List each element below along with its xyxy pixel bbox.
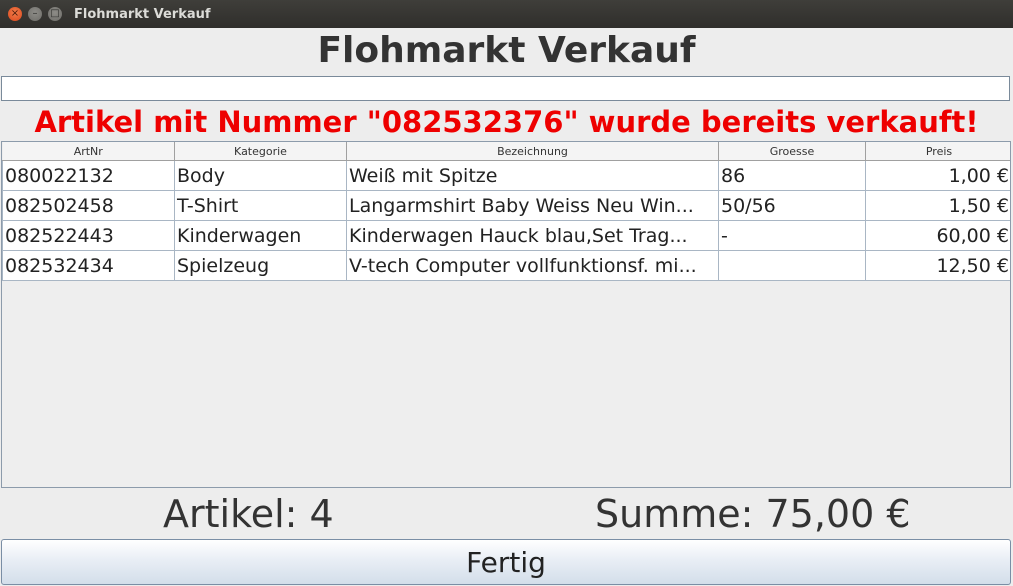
cell-preis[interactable]: 1,50 € bbox=[865, 190, 1010, 221]
total-sum-label: Summe: 75,00 € bbox=[595, 492, 911, 536]
cell-bezeichnung[interactable]: V-tech Computer vollfunktionsf. mi... bbox=[346, 250, 719, 281]
article-number-input[interactable] bbox=[1, 76, 1010, 101]
error-message: Artikel mit Nummer "082532376" wurde ber… bbox=[34, 105, 979, 139]
cell-kategorie[interactable]: T-Shirt bbox=[174, 190, 347, 221]
minimize-icon[interactable]: – bbox=[28, 7, 42, 21]
cell-artnr[interactable]: 082502458 bbox=[2, 190, 175, 221]
cell-groesse[interactable]: 86 bbox=[718, 160, 866, 191]
table-row[interactable]: 082532434 Spielzeug V-tech Computer voll… bbox=[2, 250, 1010, 281]
cell-preis[interactable]: 60,00 € bbox=[865, 220, 1010, 251]
cell-bezeichnung[interactable]: Kinderwagen Hauck blau,Set Trag... bbox=[346, 220, 719, 251]
column-header-kategorie[interactable]: Kategorie bbox=[174, 142, 347, 161]
article-count-label: Artikel: 4 bbox=[163, 492, 334, 536]
cell-preis[interactable]: 12,50 € bbox=[865, 250, 1010, 281]
cell-artnr[interactable]: 082522443 bbox=[2, 220, 175, 251]
window-title: Flohmarkt Verkauf bbox=[74, 6, 211, 22]
column-header-groesse[interactable]: Groesse bbox=[718, 142, 866, 161]
column-header-bezeichnung[interactable]: Bezeichnung bbox=[346, 142, 719, 161]
cell-kategorie[interactable]: Kinderwagen bbox=[174, 220, 347, 251]
cell-bezeichnung[interactable]: Weiß mit Spitze bbox=[346, 160, 719, 191]
cell-groesse[interactable]: - bbox=[718, 220, 866, 251]
table-header-row: ArtNr Kategorie Bezeichnung Groesse Prei… bbox=[2, 142, 1010, 161]
sales-table[interactable]: ArtNr Kategorie Bezeichnung Groesse Prei… bbox=[1, 141, 1011, 488]
cell-artnr[interactable]: 082532434 bbox=[2, 250, 175, 281]
cell-kategorie[interactable]: Body bbox=[174, 160, 347, 191]
cell-preis[interactable]: 1,00 € bbox=[865, 160, 1010, 191]
close-icon[interactable]: × bbox=[8, 7, 22, 21]
column-header-artnr[interactable]: ArtNr bbox=[2, 142, 175, 161]
cell-groesse[interactable]: 50/56 bbox=[718, 190, 866, 221]
table-row[interactable]: 080022132 Body Weiß mit Spitze 86 1,00 € bbox=[2, 160, 1010, 191]
done-button[interactable]: Fertig bbox=[1, 539, 1011, 585]
column-header-preis[interactable]: Preis bbox=[865, 142, 1010, 161]
cell-kategorie[interactable]: Spielzeug bbox=[174, 250, 347, 281]
maximize-icon[interactable]: □ bbox=[48, 7, 62, 21]
window-titlebar: × – □ Flohmarkt Verkauf bbox=[0, 0, 1013, 28]
table-row[interactable]: 082502458 T-Shirt Langarmshirt Baby Weis… bbox=[2, 190, 1010, 221]
cell-groesse[interactable] bbox=[718, 250, 866, 281]
cell-bezeichnung[interactable]: Langarmshirt Baby Weiss Neu Win... bbox=[346, 190, 719, 221]
cell-artnr[interactable]: 080022132 bbox=[2, 160, 175, 191]
page-title: Flohmarkt Verkauf bbox=[317, 30, 696, 71]
table-row[interactable]: 082522443 Kinderwagen Kinderwagen Hauck … bbox=[2, 220, 1010, 251]
